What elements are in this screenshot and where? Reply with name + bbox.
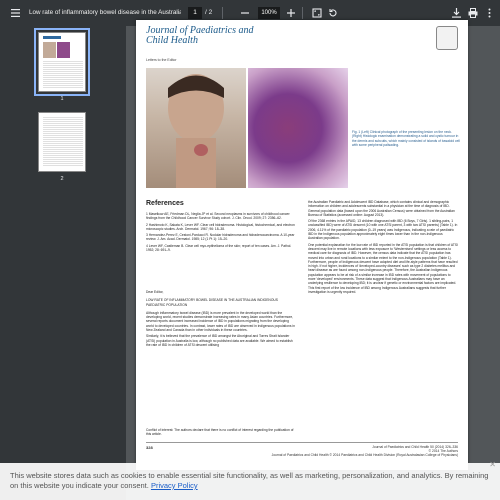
clinical-photo <box>146 68 246 188</box>
download-icon[interactable] <box>449 6 463 20</box>
section-label: Letters to the Editor <box>146 58 177 62</box>
reference-item: 2 Hashimoto K, Sakata K, Lever WF. Clear… <box>146 222 295 231</box>
footer-citation: Journal of Paediatrics and Child Health … <box>218 445 458 457</box>
pdf-page: Journal of Paediatrics and Child Health … <box>136 20 468 470</box>
privacy-policy-link[interactable]: Privacy Policy <box>151 481 198 490</box>
print-icon[interactable] <box>466 6 480 20</box>
toolbar-divider <box>222 7 223 19</box>
reference-item: 3 Hernandez-Perez E, Cestoni-Parducci R.… <box>146 233 295 242</box>
page-total: / 2 <box>205 9 213 16</box>
zoom-in-icon[interactable] <box>284 6 298 20</box>
figure-caption: Fig. 1 (Left) Clinical photograph of the… <box>352 130 460 147</box>
cookie-banner: This website stores data such as cookies… <box>0 460 500 500</box>
letter-paragraph: Similarly, it is believed that the preva… <box>146 334 293 347</box>
close-icon[interactable]: ✕ <box>489 460 496 470</box>
reference-item: 4 Lever WF, Castleman B. Clear cell myo-… <box>146 243 292 253</box>
page-thumbnail-1[interactable] <box>34 28 90 96</box>
page-thumbnail-2[interactable] <box>38 112 86 172</box>
more-icon[interactable] <box>482 6 496 20</box>
page-total-value: 2 <box>208 9 213 16</box>
thumbnail-label-2: 2 <box>60 176 64 182</box>
rotate-icon[interactable] <box>326 6 340 20</box>
fit-page-icon[interactable] <box>310 6 324 20</box>
letter-paragraph: the Australian Paediatric and Adolescent… <box>308 200 455 217</box>
salutation: Dear Editor, <box>146 290 164 294</box>
reference-item: 1 Maselkow AE, Friedman DL, Neglia JP et… <box>146 212 291 221</box>
college-emblem-icon <box>436 26 458 50</box>
letter-title: LOW RATE OF INFLAMMATORY BOWEL DISEASE I… <box>146 298 278 307</box>
letter-left-column: Dear Editor, LOW RATE OF INFLAMMATORY BO… <box>146 290 296 349</box>
document-title: Low rate of inflammatory bowel disease i… <box>29 9 181 16</box>
journal-name-line-2: Child Health <box>146 35 198 46</box>
references-heading: References <box>146 200 184 207</box>
letter-right-column: the Australian Paediatric and Adolescent… <box>308 200 458 296</box>
letter-paragraph: One potential explanation for the low ra… <box>308 242 458 294</box>
menu-icon[interactable] <box>8 6 22 20</box>
references-list: 1 Maselkow AE, Friedman DL, Neglia JP et… <box>146 212 296 254</box>
zoom-input[interactable]: 100% <box>258 7 280 19</box>
page-number-input[interactable]: 1 <box>188 7 202 19</box>
histology-image <box>248 68 348 188</box>
toolbar-divider <box>302 7 303 19</box>
page-footer: 328 Journal of Paediatrics and Child Hea… <box>146 442 458 457</box>
thumbnail-label-1: 1 <box>60 96 64 102</box>
journal-header: Journal of Paediatrics and Child Health <box>146 26 266 54</box>
page-number: 328 <box>146 445 153 450</box>
thumbnail-sidebar: 1 2 <box>0 26 126 500</box>
letter-paragraph: Although inflammatory bowel disease (IBD… <box>146 310 295 333</box>
letter-paragraph: Of the 2368 entries in the APAID, 13 chi… <box>308 219 458 241</box>
zoom-out-icon[interactable] <box>238 6 252 20</box>
conflict-statement: Conflict of interest: The authors declar… <box>146 428 294 437</box>
footer-line: Journal of Paediatrics and Child Health … <box>271 453 458 457</box>
cookie-text: This website stores data such as cookies… <box>10 471 489 490</box>
